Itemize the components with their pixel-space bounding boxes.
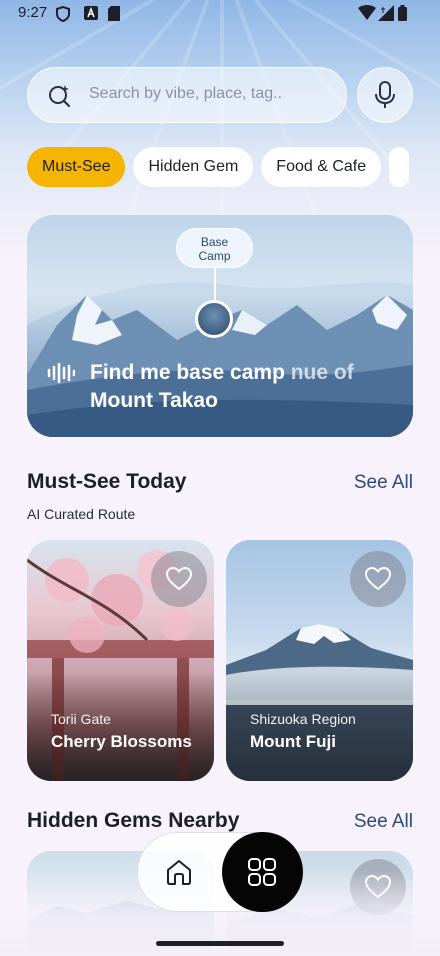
favorite-button[interactable] bbox=[151, 551, 207, 607]
section-title-must-see: Must-See Today bbox=[27, 470, 187, 493]
search-bar[interactable]: Search by vibe, place, tag.. bbox=[27, 67, 347, 123]
heart-icon bbox=[365, 567, 391, 591]
card-title: Mount Fuji bbox=[250, 732, 336, 751]
place-card-cherry-blossoms[interactable]: Torii Gate Cherry Blossoms bbox=[27, 540, 214, 781]
wifi-icon bbox=[358, 5, 376, 20]
sparkle-search-icon bbox=[49, 85, 71, 108]
status-bar: 9:27 bbox=[0, 0, 440, 28]
place-card-mount-fuji[interactable]: Shizuoka Region Mount Fuji bbox=[226, 540, 413, 781]
base-camp-marker-label: Base Camp bbox=[176, 228, 253, 268]
microphone-icon bbox=[375, 81, 395, 108]
hero-title-line2: Mount Takao bbox=[90, 389, 218, 412]
nav-explore-button[interactable] bbox=[222, 832, 303, 912]
chip-must-see[interactable]: Must-See bbox=[27, 147, 126, 187]
heart-icon bbox=[166, 567, 192, 591]
app-a-icon bbox=[84, 6, 98, 20]
location-pin[interactable] bbox=[195, 300, 233, 338]
sound-wave-icon bbox=[47, 363, 75, 383]
section-subtitle: AI Curated Route bbox=[27, 506, 136, 522]
chip-food-cafe[interactable]: Food & Cafe bbox=[261, 147, 382, 187]
card-subtitle: Shizuoka Region bbox=[250, 711, 356, 727]
hero-card[interactable]: Base Camp Find me base camp nue of Mount… bbox=[27, 215, 413, 437]
see-all-must-see[interactable]: See All bbox=[354, 472, 413, 494]
section-title-hidden-gems: Hidden Gems Nearby bbox=[27, 809, 240, 832]
signal-icon bbox=[378, 5, 394, 21]
card-title: Cherry Blossoms bbox=[51, 732, 192, 751]
home-icon bbox=[167, 860, 191, 885]
grid-icon bbox=[248, 858, 276, 886]
battery-icon bbox=[398, 5, 407, 21]
category-chips: Must-See Hidden Gem Food & Cafe bbox=[27, 147, 410, 187]
marker-label-line2: Camp bbox=[198, 249, 231, 263]
favorite-button[interactable] bbox=[350, 551, 406, 607]
home-indicator[interactable] bbox=[156, 941, 284, 946]
status-time: 9:27 bbox=[18, 4, 48, 21]
shield-icon bbox=[56, 6, 70, 22]
voice-search-button[interactable] bbox=[357, 67, 413, 123]
hero-title-muted: nue of bbox=[290, 361, 354, 384]
nav-home-button[interactable] bbox=[152, 846, 204, 898]
hero-title: Find me base camp nue of Mount Takao bbox=[90, 359, 390, 415]
marker-stem bbox=[214, 268, 216, 300]
chip-hidden-gem[interactable]: Hidden Gem bbox=[133, 147, 254, 187]
sd-card-icon bbox=[108, 6, 120, 21]
see-all-hidden-gems[interactable]: See All bbox=[354, 811, 413, 833]
marker-label-line1: Base bbox=[200, 235, 229, 249]
search-input[interactable]: Search by vibe, place, tag.. bbox=[89, 85, 282, 103]
card-subtitle: Torii Gate bbox=[51, 711, 111, 727]
chip-more[interactable] bbox=[389, 147, 410, 187]
hero-title-main: Find me base camp bbox=[90, 361, 291, 384]
